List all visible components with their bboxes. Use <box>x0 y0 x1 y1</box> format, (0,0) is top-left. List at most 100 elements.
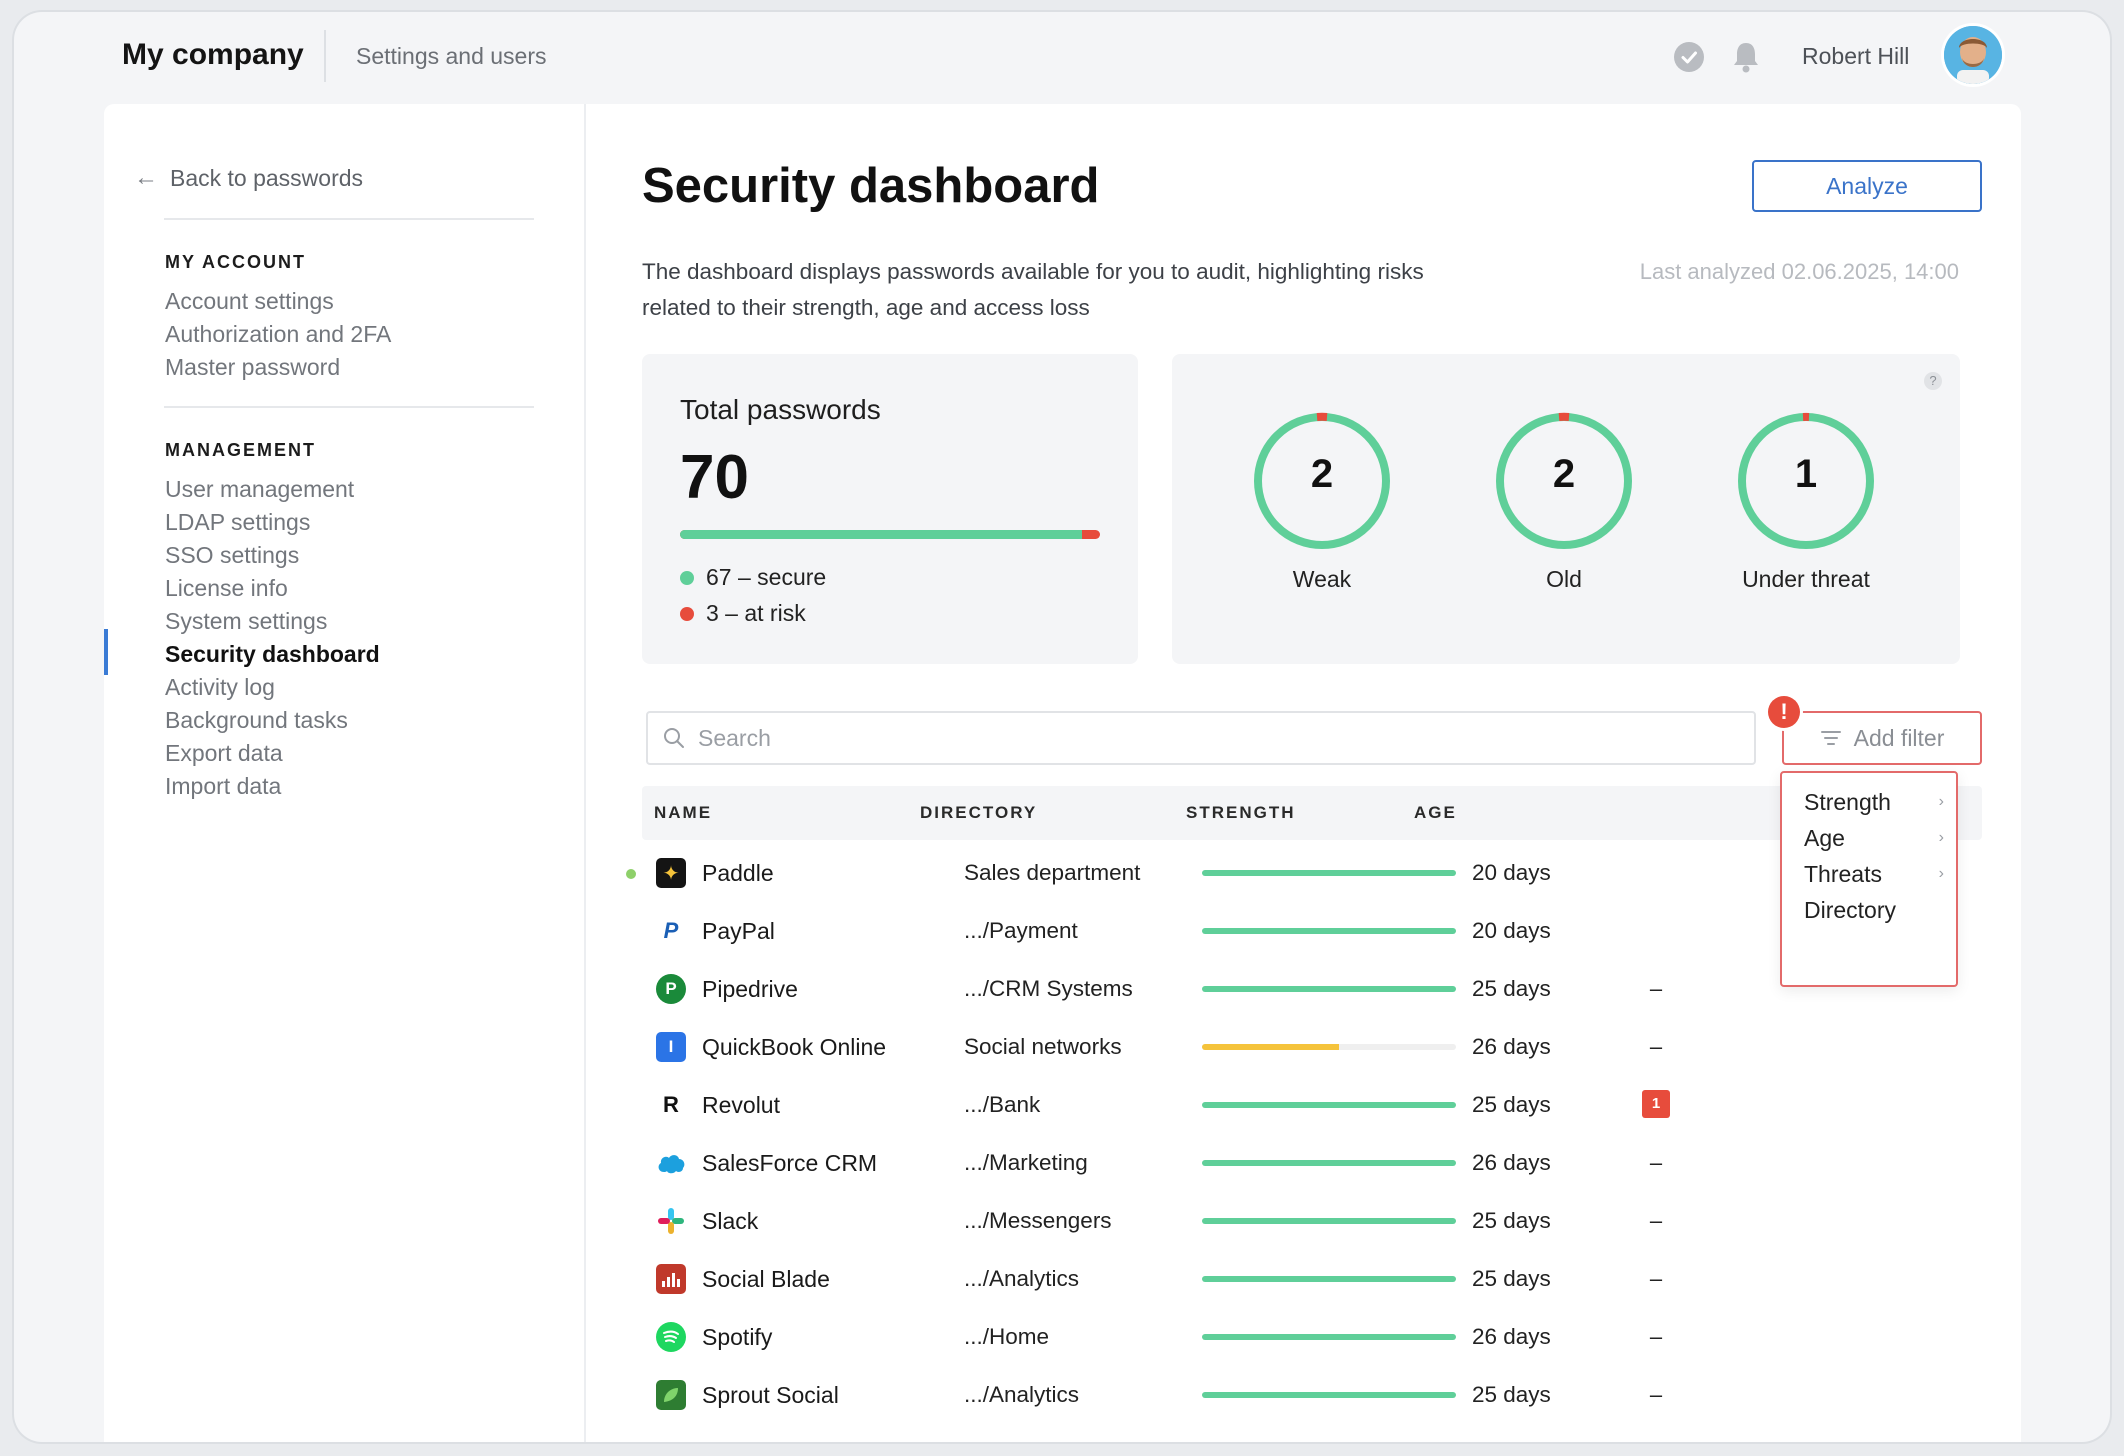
filter-icon <box>1820 731 1841 745</box>
strength-bar <box>1202 1160 1456 1166</box>
sidebar-item-background-tasks[interactable]: Background tasks <box>165 707 348 734</box>
stat-old[interactable]: 2 Old <box>1474 412 1654 593</box>
secure-ratio-bar <box>680 530 1100 539</box>
content-area: Security dashboard Analyze The dashboard… <box>584 104 2021 1442</box>
row-name: Social Blade <box>702 1266 830 1292</box>
search-input[interactable] <box>696 723 1600 753</box>
column-strength[interactable]: STRENGTH <box>1186 803 1296 823</box>
table-row[interactable]: Social Blade .../Analytics 25 days – <box>642 1250 1982 1308</box>
add-filter-button[interactable]: Add filter <box>1782 711 1982 765</box>
pipedrive-icon: P <box>656 974 686 1004</box>
row-age: 25 days <box>1472 1208 1551 1233</box>
filter-option-directory[interactable]: Directory <box>1804 897 1944 924</box>
breadcrumb[interactable]: Settings and users <box>356 43 547 70</box>
last-analyzed: Last analyzed 02.06.2025, 14:00 <box>1639 259 1959 284</box>
back-to-passwords-link[interactable]: ← Back to passwords <box>134 164 363 192</box>
strength-bar <box>1202 928 1456 934</box>
sidebar-item-authorization-2fa[interactable]: Authorization and 2FA <box>165 321 391 348</box>
weak-label: Weak <box>1292 566 1352 592</box>
arrow-left-icon: ← <box>134 164 158 191</box>
row-directory: .../Bank <box>964 1092 1041 1117</box>
column-name[interactable]: NAME <box>654 803 712 823</box>
row-age: 26 days <box>1472 1324 1551 1349</box>
sidebar-item-system-settings[interactable]: System settings <box>165 608 327 635</box>
sidebar-item-account-settings[interactable]: Account settings <box>165 288 334 315</box>
table-row[interactable]: Sprout Social .../Analytics 25 days – <box>642 1366 1982 1424</box>
table-row[interactable]: I QuickBook Online Social networks 26 da… <box>642 1018 1982 1076</box>
sidebar-item-license-info[interactable]: License info <box>165 575 288 602</box>
table-row[interactable]: Spotify .../Home 26 days – <box>642 1308 1982 1366</box>
analyze-button[interactable]: Analyze <box>1752 160 1982 212</box>
filter-option-label: Age <box>1804 825 1845 851</box>
chevron-right-icon: › <box>1938 865 1944 882</box>
row-threats: – <box>1649 1266 1663 1291</box>
threat-count-badge[interactable]: 1 <box>1642 1090 1670 1118</box>
column-age[interactable]: AGE <box>1414 803 1457 823</box>
strength-bar <box>1202 1044 1456 1050</box>
row-directory: .../CRM Systems <box>964 976 1133 1001</box>
search-box[interactable] <box>646 711 1756 765</box>
strength-bar <box>1202 870 1456 876</box>
under-threat-count: 1 <box>1794 452 1818 496</box>
risk-stats-panel: ? 2 Weak 2 Old 1 Under threat <box>1172 354 1960 664</box>
total-passwords-value: 70 <box>680 443 749 512</box>
new-item-dot <box>626 869 636 879</box>
stat-under-threat[interactable]: 1 Under threat <box>1716 412 1896 593</box>
risk-dot <box>680 606 694 621</box>
filter-option-strength[interactable]: Strength › <box>1804 789 1944 816</box>
row-threats: – <box>1649 1382 1663 1407</box>
user-name[interactable]: Robert Hill <box>1802 43 1909 70</box>
stat-weak[interactable]: 2 Weak <box>1232 412 1412 593</box>
ring-old: 2 <box>1495 412 1633 550</box>
row-name: Paddle <box>702 860 774 886</box>
sidebar: ← Back to passwords MY ACCOUNT Account s… <box>104 104 586 1442</box>
spotify-icon <box>656 1322 686 1352</box>
help-icon[interactable]: ? <box>1924 372 1942 390</box>
old-count: 2 <box>1552 452 1576 496</box>
total-passwords-label: Total passwords <box>680 394 881 425</box>
sidebar-item-user-management[interactable]: User management <box>165 476 354 503</box>
secure-legend: 67 – secure <box>680 564 826 591</box>
revolut-icon: R <box>656 1090 686 1120</box>
sidebar-item-activity-log[interactable]: Activity log <box>165 674 275 701</box>
strength-fill <box>1202 1392 1456 1398</box>
column-directory[interactable]: DIRECTORY <box>920 803 1037 823</box>
sidebar-item-security-dashboard[interactable]: Security dashboard <box>165 641 380 668</box>
strength-fill <box>1202 1334 1456 1340</box>
sidebar-item-master-password[interactable]: Master password <box>165 354 340 381</box>
table-row[interactable]: R Revolut .../Bank 25 days 1 <box>642 1076 1982 1134</box>
strength-bar <box>1202 1276 1456 1282</box>
row-threats: – <box>1649 1150 1663 1175</box>
quickbook-icon: I <box>656 1032 686 1062</box>
back-label: Back to passwords <box>170 164 364 191</box>
sidebar-item-export-data[interactable]: Export data <box>165 740 283 767</box>
company-name[interactable]: My company <box>122 38 304 72</box>
bell-icon[interactable] <box>1729 39 1763 75</box>
filter-option-threats[interactable]: Threats › <box>1804 861 1944 888</box>
app-window: My company Settings and users Robert Hil… <box>14 12 2110 1442</box>
table-row[interactable]: SalesForce CRM .../Marketing 26 days – <box>642 1134 1982 1192</box>
row-directory: .../Marketing <box>964 1150 1088 1175</box>
row-directory: .../Analytics <box>964 1382 1080 1407</box>
filter-option-age[interactable]: Age › <box>1804 825 1944 852</box>
sidebar-item-sso-settings[interactable]: SSO settings <box>165 542 299 569</box>
paddle-icon: ✦ <box>656 858 686 888</box>
my-account-heading: MY ACCOUNT <box>165 252 306 272</box>
strength-bar <box>1202 1334 1456 1340</box>
avatar[interactable] <box>1944 26 2002 84</box>
strength-fill <box>1202 1276 1456 1282</box>
main-card: ← Back to passwords MY ACCOUNT Account s… <box>104 104 2021 1442</box>
row-name: QuickBook Online <box>702 1034 887 1060</box>
row-directory: .../Analytics <box>964 1266 1080 1291</box>
check-circle-icon[interactable] <box>1674 42 1704 72</box>
paypal-icon: P <box>656 916 686 946</box>
row-name: Revolut <box>702 1092 780 1118</box>
sidebar-item-ldap-settings[interactable]: LDAP settings <box>165 509 310 536</box>
old-label: Old <box>1546 566 1582 592</box>
table-row[interactable]: Slack .../Messengers 25 days – <box>642 1192 1982 1250</box>
sidebar-item-import-data[interactable]: Import data <box>165 773 281 800</box>
row-threats: – <box>1649 1208 1663 1233</box>
row-directory: .../Home <box>964 1324 1050 1349</box>
sidebar-divider <box>164 218 534 220</box>
risk-legend: 3 – at risk <box>680 600 806 627</box>
